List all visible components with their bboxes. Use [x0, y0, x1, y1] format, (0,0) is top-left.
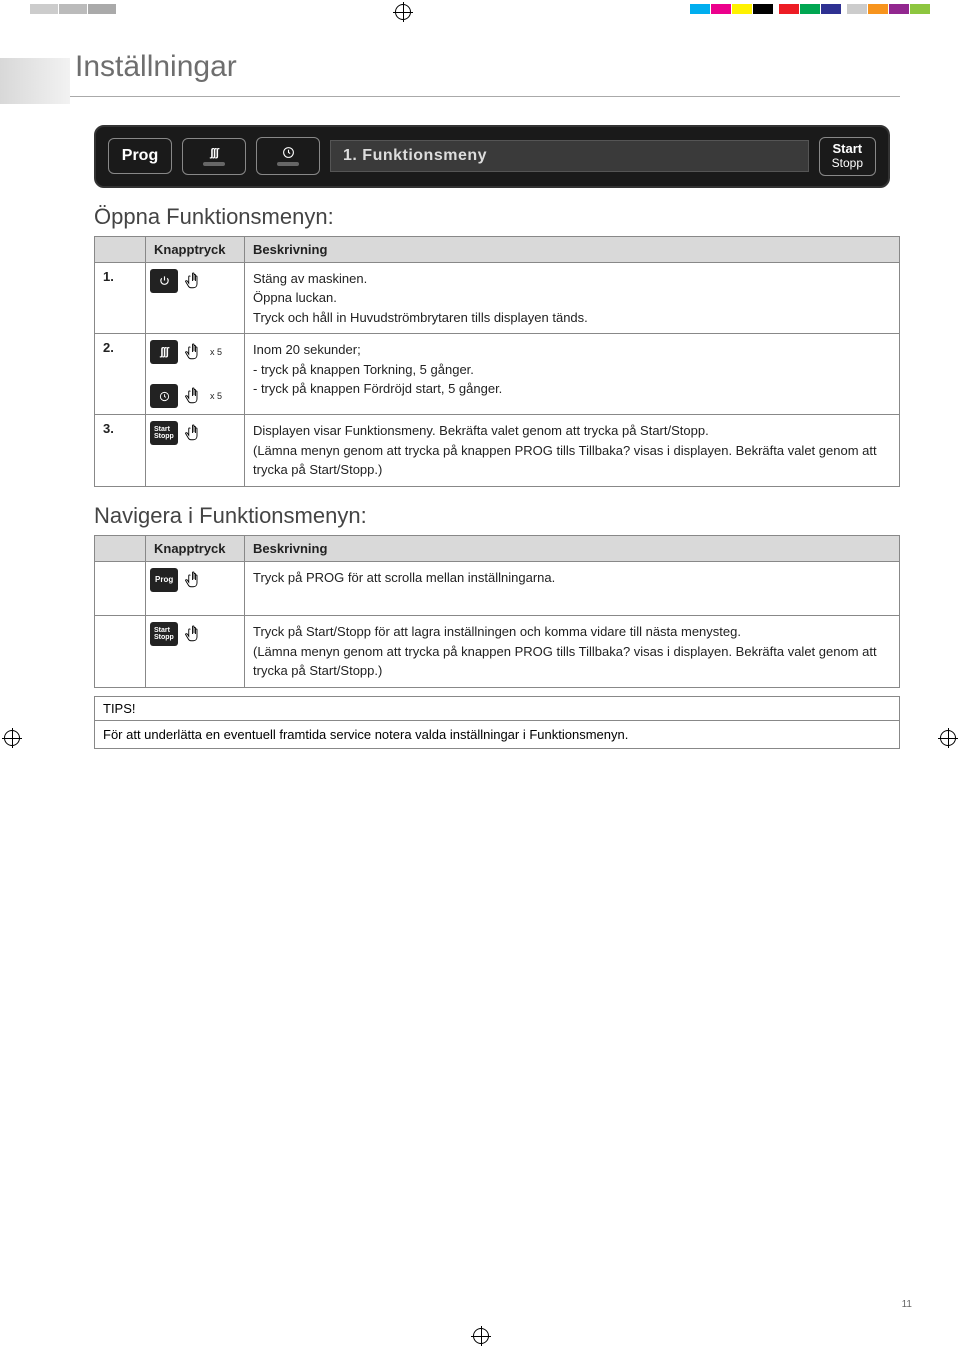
- clock-icon: [282, 146, 295, 159]
- steam-icon: ʃʃʃ: [150, 340, 178, 364]
- hand-press-icon: [182, 623, 206, 645]
- page-tab-decoration: [0, 58, 70, 104]
- dry-button: ʃʃʃ: [182, 138, 246, 175]
- table-row: 2. ʃʃʃ x 5 Inom 20 sekunder; - tryck på …: [95, 334, 900, 371]
- table-header: Knapptryck: [146, 236, 245, 262]
- tips-heading: TIPS!: [95, 697, 899, 721]
- repeat-count: x 5: [210, 391, 222, 401]
- open-menu-table: Knapptryck Beskrivning 1. Stäng av maski…: [94, 236, 900, 487]
- section-heading: Öppna Funktionsmenyn:: [94, 204, 900, 230]
- page-number: 11: [902, 1299, 912, 1310]
- power-icon: [150, 269, 178, 293]
- prog-icon: Prog: [150, 568, 178, 592]
- step-description: Inom 20 sekunder; - tryck på knappen Tor…: [245, 334, 900, 415]
- table-row: 3. StartStopp Displayen visar Funktionsm…: [95, 415, 900, 487]
- clock-icon: [150, 384, 178, 408]
- hand-press-icon: [182, 341, 206, 363]
- repeat-count: x 5: [210, 347, 222, 357]
- hand-press-icon: [182, 385, 206, 407]
- step-description: Displayen visar Funktionsmeny. Bekräfta …: [245, 415, 900, 487]
- step-description: Tryck på PROG för att scrolla mellan ins…: [245, 561, 900, 616]
- step-description: Stäng av maskinen. Öppna luckan. Tryck o…: [245, 262, 900, 334]
- section-heading: Navigera i Funktionsmenyn:: [94, 503, 900, 529]
- hand-press-icon: [182, 422, 206, 444]
- page-title: Inställningar: [60, 50, 900, 97]
- tips-body: För att underlätta en eventuell framtida…: [95, 721, 899, 748]
- table-header: Beskrivning: [245, 236, 900, 262]
- step-number: 2.: [95, 334, 146, 415]
- step-description: Tryck på Start/Stopp för att lagra instä…: [245, 616, 900, 688]
- hand-press-icon: [182, 569, 206, 591]
- control-panel-diagram: Prog ʃʃʃ 1. Funktionsmeny Start Stopp: [94, 125, 890, 188]
- hand-press-icon: [182, 270, 206, 292]
- navigate-menu-table: Knapptryck Beskrivning Prog Tryck på PRO…: [94, 535, 900, 688]
- steam-icon: ʃʃʃ: [210, 147, 218, 159]
- table-header: Knapptryck: [146, 535, 245, 561]
- prog-button: Prog: [108, 138, 172, 174]
- table-row: Prog Tryck på PROG för att scrolla mella…: [95, 561, 900, 616]
- start-stop-icon: StartStopp: [150, 421, 178, 445]
- display-screen: 1. Funktionsmeny: [330, 140, 809, 172]
- start-stop-button: Start Stopp: [819, 137, 876, 176]
- tips-box: TIPS! För att underlätta en eventuell fr…: [94, 696, 900, 749]
- delay-button: [256, 137, 320, 175]
- step-number: 3.: [95, 415, 146, 487]
- table-header: Beskrivning: [245, 535, 900, 561]
- step-number: 1.: [95, 262, 146, 334]
- table-row: 1. Stäng av maskinen. Öppna luckan. Tryc…: [95, 262, 900, 334]
- start-stop-icon: StartStopp: [150, 622, 178, 646]
- table-row: StartStopp Tryck på Start/Stopp för att …: [95, 616, 900, 688]
